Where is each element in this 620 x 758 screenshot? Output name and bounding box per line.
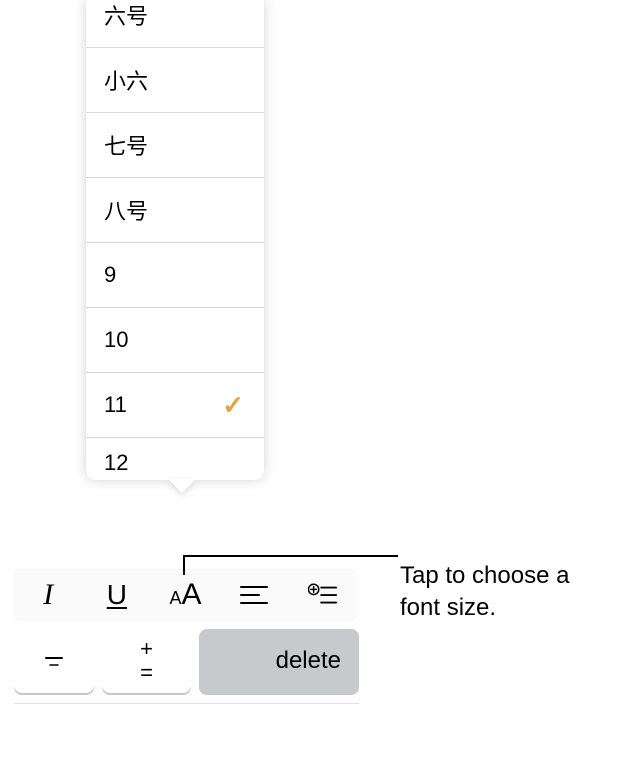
format-toolbar: I U AA: [14, 569, 357, 621]
font-size-label: 七号: [104, 129, 148, 161]
font-size-label: 八号: [104, 194, 148, 226]
key-minus[interactable]: [14, 629, 94, 693]
font-size-label: 六号: [104, 0, 148, 31]
font-size-option[interactable]: 八号: [86, 178, 264, 243]
key-delete[interactable]: delete: [199, 629, 359, 693]
font-size-popover: 六号 小六 七号 八号 9 10 11 ✓ 12: [86, 0, 264, 480]
font-size-option[interactable]: 六号: [86, 0, 264, 48]
font-size-option[interactable]: 9: [86, 243, 264, 308]
font-size-option[interactable]: 七号: [86, 113, 264, 178]
font-size-option[interactable]: 12: [86, 438, 264, 480]
key-plus-label: +: [140, 637, 153, 661]
keyboard-divider: [14, 703, 359, 704]
callout-connector: [183, 555, 185, 575]
underline-button[interactable]: U: [90, 569, 144, 621]
key-equals-label: =: [140, 661, 153, 685]
font-size-label: 小六: [104, 64, 148, 96]
popover-tail: [168, 479, 196, 493]
font-size-option[interactable]: 小六: [86, 48, 264, 113]
font-size-label: 12: [104, 450, 128, 476]
font-size-label: 11: [104, 392, 127, 418]
font-size-option[interactable]: 10: [86, 308, 264, 373]
align-icon: [239, 583, 269, 607]
font-size-icon: AA: [169, 578, 201, 612]
font-size-option[interactable]: 11 ✓: [86, 373, 264, 438]
checkmark-icon: ✓: [222, 390, 244, 421]
key-delete-label: delete: [276, 647, 341, 675]
key-plus-equals[interactable]: + =: [102, 629, 190, 693]
underline-icon: U: [107, 579, 127, 611]
font-size-button[interactable]: AA: [158, 569, 212, 621]
list-style-button[interactable]: [296, 569, 350, 621]
italic-button[interactable]: I: [21, 569, 75, 621]
font-size-label: 10: [104, 327, 128, 353]
alignment-button[interactable]: [227, 569, 281, 621]
keyboard-row: + = delete: [14, 629, 359, 693]
list-add-icon: [308, 583, 338, 607]
key-minus-label: [40, 647, 68, 675]
callout-connector: [183, 555, 398, 557]
font-size-label: 9: [104, 262, 116, 288]
italic-icon: I: [43, 578, 53, 612]
callout-text: Tap to choose a font size.: [400, 560, 605, 625]
